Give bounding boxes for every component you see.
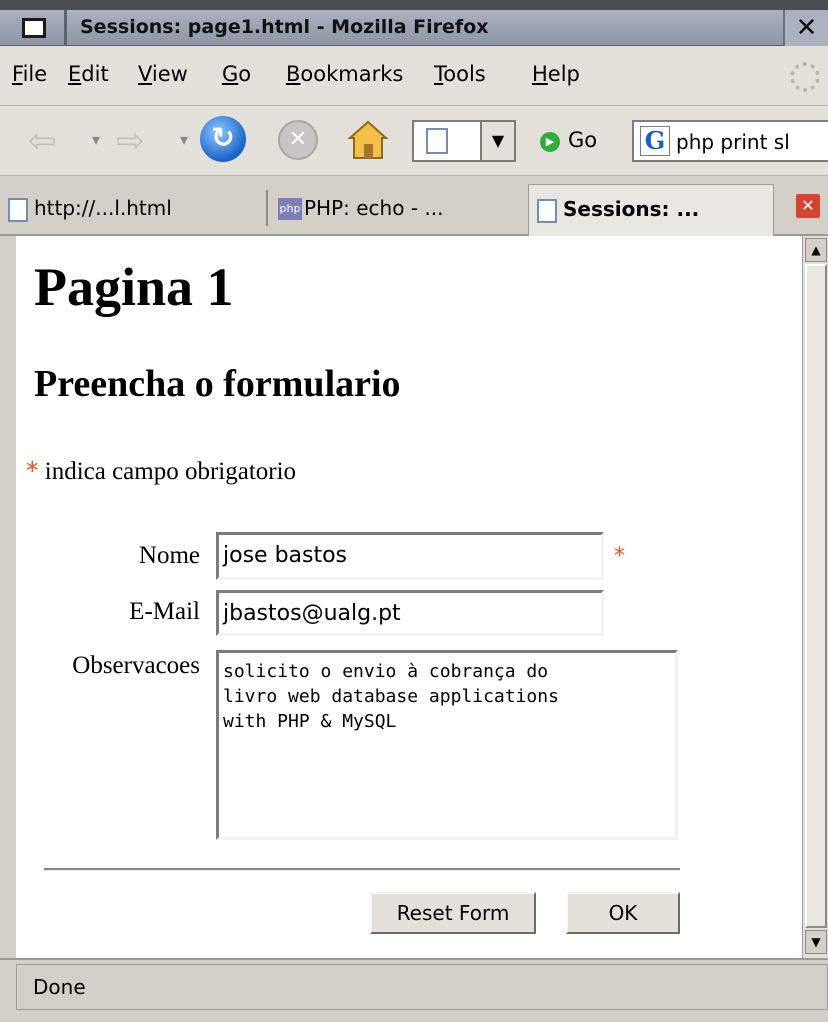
location-dropdown-icon[interactable]: ▼ — [480, 122, 514, 160]
vertical-scrollbar[interactable]: ▲ ▼ — [802, 236, 828, 958]
php-icon: php — [278, 198, 302, 220]
observacoes-textarea[interactable]: solicito o envio à cobrança do livro web… — [216, 650, 678, 840]
page-icon — [8, 198, 28, 222]
menu-file[interactable]: File — [12, 62, 47, 86]
menu-file-label: ile — [22, 62, 48, 86]
observacoes-line: livro web database applications — [223, 686, 559, 707]
close-window-button[interactable]: ✕ — [783, 10, 828, 46]
email-field[interactable]: jbastos@ualg.pt — [216, 590, 604, 636]
nome-required-marker: * — [614, 544, 625, 569]
tab-label: http://...l.html — [34, 196, 172, 220]
menu-tools-accel: T — [434, 62, 444, 86]
tab-label: PHP: echo - ... — [304, 196, 444, 220]
tab-php-echo[interactable]: php PHP: echo - ... — [270, 184, 522, 236]
tab-sessions[interactable]: Sessions: ... — [528, 184, 774, 236]
menu-tools[interactable]: Tools — [434, 62, 486, 86]
page-title: Pagina 1 — [34, 257, 234, 317]
google-search-icon[interactable]: G — [640, 126, 670, 156]
observacoes-line: solicito o envio à cobrança do — [223, 661, 549, 682]
status-text: Done — [16, 964, 828, 1010]
nome-field[interactable]: jose bastos — [216, 532, 604, 580]
menu-file-accel: F — [12, 62, 23, 86]
scroll-up-icon[interactable]: ▲ — [805, 238, 827, 262]
forward-icon[interactable]: ⇨ — [116, 124, 145, 158]
menu-help[interactable]: Help — [532, 62, 580, 86]
reload-icon[interactable]: ↻ — [200, 116, 246, 162]
menu-bookmarks-label: ookmarks — [300, 62, 404, 86]
nome-label: Nome — [138, 542, 200, 569]
home-icon[interactable] — [346, 118, 390, 162]
window-titlebar[interactable]: Sessions: page1.html - Mozilla Firefox ✕ — [0, 0, 828, 46]
tab-page1-url[interactable]: http://...l.html — [0, 184, 260, 236]
page-icon — [426, 128, 448, 154]
forward-dropdown-icon[interactable]: ▾ — [180, 130, 188, 149]
reset-form-button[interactable]: Reset Form — [370, 892, 536, 934]
page-content: Pagina 1 Preencha o formulario * indica … — [16, 236, 802, 958]
required-note-text: indica campo obrigatorio — [44, 458, 297, 485]
go-icon[interactable]: ▶ — [540, 132, 560, 152]
page-subtitle: Preencha o formulario — [34, 363, 401, 405]
menu-bar: File Edit View Go Bookmarks Tools Help — [0, 46, 828, 106]
window-title: Sessions: page1.html - Mozilla Firefox — [80, 16, 489, 38]
observacoes-line: with PHP & MySQL — [223, 711, 397, 732]
back-icon[interactable]: ⇦ — [28, 124, 57, 158]
activity-throbber-icon — [790, 62, 820, 92]
close-tab-icon[interactable]: ✕ — [796, 194, 820, 218]
tab-label: Sessions: ... — [563, 197, 700, 221]
menu-edit[interactable]: Edit — [68, 62, 109, 86]
scrollbar-thumb[interactable] — [805, 264, 827, 928]
required-marker: * — [26, 456, 39, 485]
window-menu-icon[interactable] — [22, 18, 46, 38]
required-note: * indica campo obrigatorio — [26, 456, 296, 486]
search-box[interactable]: G php print sl — [632, 120, 828, 162]
menu-edit-accel: E — [68, 62, 82, 86]
menu-go[interactable]: Go — [222, 62, 251, 86]
titlebar-separator — [64, 10, 67, 46]
scroll-down-icon[interactable]: ▼ — [805, 930, 827, 954]
menu-bookmarks[interactable]: Bookmarks — [286, 62, 403, 86]
page-icon — [537, 199, 557, 223]
menu-tools-label: ools — [443, 62, 486, 86]
menu-view[interactable]: View — [138, 62, 188, 86]
go-button[interactable]: Go — [568, 128, 597, 152]
stop-icon[interactable]: ✕ — [278, 120, 318, 160]
menu-view-label: iew — [151, 62, 188, 86]
ok-button[interactable]: OK — [566, 892, 680, 934]
menu-help-accel: H — [532, 62, 548, 86]
location-bar[interactable]: ▼ — [412, 120, 516, 162]
observacoes-label: Observacoes — [72, 652, 200, 679]
tab-separator — [266, 190, 268, 226]
search-input[interactable]: php print sl — [676, 130, 790, 154]
form-divider — [44, 868, 680, 871]
status-bar: Done — [0, 958, 828, 1022]
menu-edit-label: dit — [81, 62, 109, 86]
back-dropdown-icon[interactable]: ▾ — [92, 130, 100, 149]
menu-help-label: elp — [547, 62, 580, 86]
tab-bar: http://...l.html php PHP: echo - ... Ses… — [0, 176, 828, 236]
menu-go-label: o — [238, 62, 252, 86]
email-label: E-Mail — [129, 598, 200, 625]
menu-bookmarks-accel: B — [286, 62, 301, 86]
navigation-toolbar: ⇦ ▾ ⇨ ▾ ↻ ✕ ▼ ▶ Go G php print sl — [0, 106, 828, 176]
menu-view-accel: V — [138, 62, 152, 86]
menu-go-accel: G — [222, 62, 239, 86]
